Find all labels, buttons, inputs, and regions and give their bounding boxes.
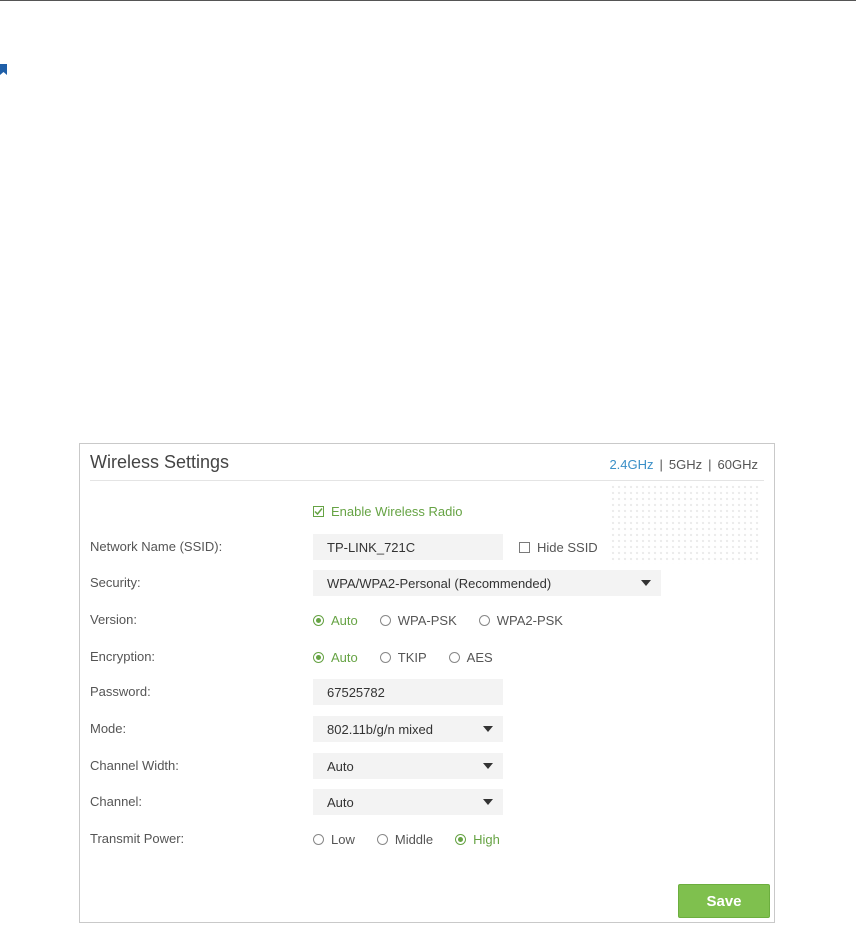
security-value: WPA/WPA2-Personal (Recommended) [327,575,552,591]
ssid-row: Network Name (SSID): TP-LINK_721C Hide S… [80,534,774,560]
band-tabs: 2.4GHz | 5GHz | 60GHz [609,457,758,472]
channel-value: Auto [327,794,354,810]
enable-radio-row: Enable Wireless Radio [80,498,774,524]
enable-wireless-radio-label: Enable Wireless Radio [331,503,463,519]
version-radio-group: Auto WPA-PSK WPA2-PSK [313,607,585,633]
channel-label: Channel: [90,794,143,809]
mode-select[interactable]: 802.11b/g/n mixed [313,716,503,742]
mode-row: Mode: 802.11b/g/n mixed [80,716,774,742]
radio-label: High [473,831,500,847]
encryption-radio-group: Auto TKIP AES [313,644,515,670]
version-auto-radio[interactable]: Auto [313,613,358,628]
hide-ssid-checkbox[interactable]: Hide SSID [519,540,598,555]
radio-icon [379,651,391,663]
checkbox-checked-icon [313,505,324,517]
ssid-input[interactable]: TP-LINK_721C [313,534,503,560]
tab-5ghz[interactable]: 5GHz [669,457,702,472]
dropdown-arrow-icon [483,799,493,805]
tab-separator: | [708,457,712,472]
power-high-radio[interactable]: High [455,832,500,847]
hide-ssid-label: Hide SSID [537,539,598,555]
power-low-radio[interactable]: Low [313,832,355,847]
radio-selected-icon [313,614,324,626]
wireless-settings-panel: Wireless Settings 2.4GHz | 5GHz | 60GHz … [79,443,775,923]
radio-icon [376,833,388,845]
radio-label: WPA2-PSK [496,612,563,628]
version-row: Version: Auto WPA-PSK WPA2-PSK [80,607,774,633]
channel-row: Channel: Auto [80,789,774,815]
radio-label: Middle [394,831,434,847]
radio-label: Low [331,831,355,847]
security-row: Security: WPA/WPA2-Personal (Recommended… [80,570,774,596]
dropdown-arrow-icon [641,580,651,586]
password-input[interactable]: 67525782 [313,679,503,705]
security-label: Security: [90,575,141,590]
transmit-power-radio-group: Low Middle High [313,826,522,852]
ssid-value: TP-LINK_721C [327,539,416,555]
encryption-label: Encryption: [90,649,156,664]
radio-label: TKIP [397,649,427,665]
mode-value: 802.11b/g/n mixed [327,721,433,737]
dropdown-arrow-icon [483,726,493,732]
title-divider [90,480,764,481]
password-label: Password: [90,684,151,699]
channel-width-select[interactable]: Auto [313,753,503,779]
tab-separator: | [659,457,663,472]
radio-label: Auto [331,649,358,665]
radio-icon [478,614,490,626]
radio-label: WPA-PSK [397,612,457,628]
channel-width-value: Auto [327,758,354,774]
radio-icon [379,614,391,626]
radio-label: Auto [331,612,358,628]
version-wpa-psk-radio[interactable]: WPA-PSK [379,612,457,628]
channel-width-label: Channel Width: [90,758,179,773]
radio-icon [313,833,324,845]
dropdown-arrow-icon [483,763,493,769]
password-row: Password: 67525782 [80,679,774,705]
transmit-power-label: Transmit Power: [90,831,185,846]
encryption-auto-radio[interactable]: Auto [313,650,358,665]
mode-label: Mode: [90,721,127,736]
password-value: 67525782 [327,684,385,700]
save-button[interactable]: Save [678,884,770,918]
channel-select[interactable]: Auto [313,789,503,815]
version-wpa2-psk-radio[interactable]: WPA2-PSK [478,612,563,628]
encryption-row: Encryption: Auto TKIP AES [80,644,774,670]
version-label: Version: [90,612,137,627]
security-select[interactable]: WPA/WPA2-Personal (Recommended) [313,570,661,596]
tab-60ghz[interactable]: 60GHz [718,457,758,472]
tab-2-4ghz[interactable]: 2.4GHz [609,457,653,472]
ssid-label: Network Name (SSID): [90,539,223,554]
radio-icon [448,651,460,663]
radio-label: AES [466,649,493,665]
channel-width-row: Channel Width: Auto [80,753,774,779]
radio-selected-icon [455,833,467,845]
checkbox-unchecked-icon [519,541,530,553]
panel-title: Wireless Settings [90,452,230,472]
transmit-power-row: Transmit Power: Low Middle High [80,826,774,852]
encryption-tkip-radio[interactable]: TKIP [379,649,427,665]
power-middle-radio[interactable]: Middle [376,831,434,847]
enable-wireless-radio-checkbox[interactable]: Enable Wireless Radio [313,504,463,519]
bookmark-icon [0,64,7,75]
encryption-aes-radio[interactable]: AES [448,649,493,665]
page-top-rule [0,0,856,1]
radio-selected-icon [313,651,324,663]
